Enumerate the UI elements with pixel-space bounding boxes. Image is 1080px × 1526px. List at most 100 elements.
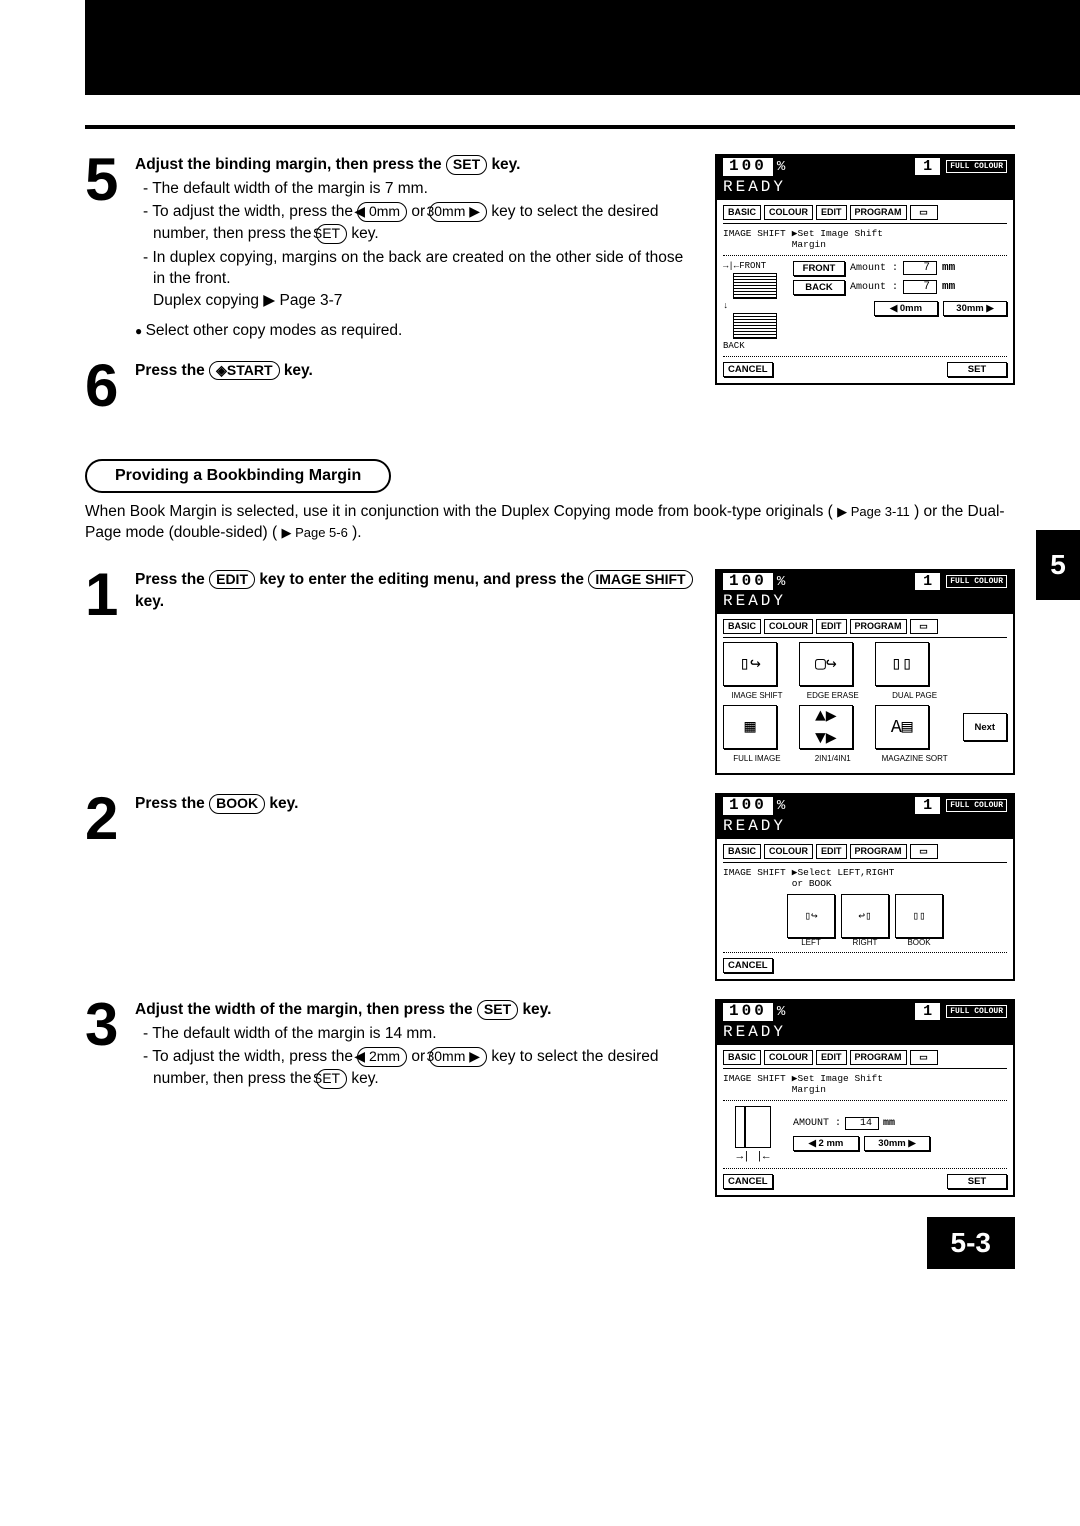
front-button[interactable]: FRONT <box>793 261 845 276</box>
breadcrumb: IMAGE SHIFT <box>723 228 786 250</box>
increase-30mm-button[interactable]: 30mm ▶ <box>943 301 1007 316</box>
magazine-sort-label: MAGAZINE SORT <box>875 754 955 763</box>
page-diagram-back <box>733 313 777 339</box>
edge-erase-button[interactable]: ▢↪ <box>799 642 853 686</box>
tab-program[interactable]: PROGRAM <box>850 205 907 220</box>
tab-colour[interactable]: COLOUR <box>764 1050 813 1065</box>
back-button[interactable]: BACK <box>793 280 845 295</box>
tab-basic[interactable]: BASIC <box>723 205 761 220</box>
txt: or <box>411 203 425 220</box>
txt: key to enter the editing menu, and press… <box>259 571 584 588</box>
txt: key. <box>284 362 313 379</box>
two-mm-key: ◀ 2mm <box>357 1047 407 1067</box>
tab-edit[interactable]: EDIT <box>816 205 847 220</box>
tab-basic[interactable]: BASIC <box>723 1050 761 1065</box>
amount-value: 14 <box>845 1117 879 1130</box>
step-number: 2 <box>85 793 125 844</box>
left-label: LEFT <box>787 938 835 947</box>
decrease-2mm-button[interactable]: ◀ 2 mm <box>793 1136 859 1151</box>
set-key: SET <box>316 224 347 244</box>
chapter-side-tab: 5 <box>1036 530 1080 600</box>
right-button[interactable]: ↩▯ <box>841 894 889 938</box>
tab-settings-icon[interactable]: ▭ <box>910 1050 938 1065</box>
two-in-one-button[interactable]: ▲▶▼▶ <box>799 705 853 749</box>
edge-erase-label: EDGE ERASE <box>799 691 867 700</box>
step-3: 3 Adjust the width of the margin, then p… <box>85 999 697 1098</box>
copy-count: 1 <box>915 573 940 590</box>
book-button[interactable]: ▯▯ <box>895 894 943 938</box>
step-5: 5 Adjust the binding margin, then press … <box>85 154 697 342</box>
txt: Press the <box>135 571 205 588</box>
tab-colour[interactable]: COLOUR <box>764 844 813 859</box>
step5-note: Select other copy modes as required. <box>135 320 697 342</box>
mm-label: mm <box>942 262 955 274</box>
cancel-button[interactable]: CANCEL <box>723 958 773 973</box>
left-button[interactable]: ▯↪ <box>787 894 835 938</box>
status-ready: READY <box>723 1023 786 1041</box>
percent-sign: % <box>777 160 785 175</box>
lcd-panel-image-shift-margin: 100 % READY 1 FULL COLOUR BASIC COLOUR <box>715 154 1015 385</box>
txt: key. <box>269 795 298 812</box>
full-colour-badge: FULL COLOUR <box>946 575 1007 588</box>
next-button[interactable]: Next <box>963 713 1007 741</box>
image-shift-button[interactable]: ▯↪ <box>723 642 777 686</box>
step3-li1: The default width of the margin is 14 mm… <box>143 1023 697 1045</box>
image-shift-label: IMAGE SHIFT <box>723 691 791 700</box>
tab-colour[interactable]: COLOUR <box>764 619 813 634</box>
breadcrumb: IMAGE SHIFT <box>723 1073 786 1095</box>
status-ready: READY <box>723 178 786 196</box>
amount-front-value: 7 <box>903 261 937 275</box>
section-heading: Providing a Bookbinding Margin <box>85 459 391 493</box>
tab-program[interactable]: PROGRAM <box>850 619 907 634</box>
tab-edit[interactable]: EDIT <box>816 1050 847 1065</box>
divider <box>85 125 1015 129</box>
tab-colour[interactable]: COLOUR <box>764 205 813 220</box>
start-key: ◈START <box>209 361 279 381</box>
book-diagram <box>735 1106 771 1148</box>
page-content: 5 Adjust the binding margin, then press … <box>0 125 1080 1197</box>
zoom-value: 100 <box>723 573 773 591</box>
tab-settings-icon[interactable]: ▭ <box>910 205 938 220</box>
tab-settings-icon[interactable]: ▭ <box>910 619 938 634</box>
step5-li1: The default width of the margin is 7 mm. <box>143 178 697 200</box>
book-label: BOOK <box>895 938 943 947</box>
txt: Adjust the width of the margin, then pre… <box>135 1001 473 1018</box>
txt: or <box>411 1048 425 1065</box>
mm-label: mm <box>883 1118 895 1129</box>
cancel-button[interactable]: CANCEL <box>723 362 773 377</box>
tab-settings-icon[interactable]: ▭ <box>910 844 938 859</box>
page-diagram-front <box>733 273 777 299</box>
dual-page-label: DUAL PAGE <box>875 691 955 700</box>
step5-li3: In duplex copying, margins on the back a… <box>143 247 697 312</box>
cancel-button[interactable]: CANCEL <box>723 1174 773 1189</box>
page-ref: ▶ Page 5-6 <box>281 525 347 540</box>
decrease-0mm-button[interactable]: ◀ 0mm <box>874 301 938 316</box>
increase-30mm-button[interactable]: 30mm ▶ <box>864 1136 930 1151</box>
tab-program[interactable]: PROGRAM <box>850 1050 907 1065</box>
right-label: RIGHT <box>841 938 889 947</box>
thirty-mm-key: 30mm ▶ <box>429 202 487 222</box>
zoom-value: 100 <box>723 158 773 176</box>
front-diagram-label: →|←FRONT <box>723 261 787 271</box>
lcd-panel-book-margin-amount: 100 % READY 1 FULL COLOUR BASIC COLOUR <box>715 999 1015 1197</box>
dual-page-button[interactable]: ▯▯ <box>875 642 929 686</box>
tab-basic[interactable]: BASIC <box>723 844 761 859</box>
set-key: SET <box>316 1069 347 1089</box>
set-key: SET <box>446 155 487 175</box>
tab-edit[interactable]: EDIT <box>816 619 847 634</box>
status-ready: READY <box>723 817 786 835</box>
breadcrumb: IMAGE SHIFT <box>723 867 786 889</box>
tab-edit[interactable]: EDIT <box>816 844 847 859</box>
tab-basic[interactable]: BASIC <box>723 619 761 634</box>
tab-program[interactable]: PROGRAM <box>850 844 907 859</box>
percent-sign: % <box>777 799 785 814</box>
book-key: BOOK <box>209 794 265 814</box>
txt: ). <box>352 524 361 541</box>
magazine-sort-button[interactable]: A▤ <box>875 705 929 749</box>
full-image-button[interactable]: ▦ <box>723 705 777 749</box>
lcd-panel-edit-menu: 100 % READY 1 FULL COLOUR BASIC COLOUR <box>715 569 1015 776</box>
thirty-mm-key: 30mm ▶ <box>429 1047 487 1067</box>
step3-li2: To adjust the width, press the ◀ 2mm or … <box>143 1046 697 1089</box>
set-button[interactable]: SET <box>947 1174 1007 1189</box>
set-button[interactable]: SET <box>947 362 1007 377</box>
